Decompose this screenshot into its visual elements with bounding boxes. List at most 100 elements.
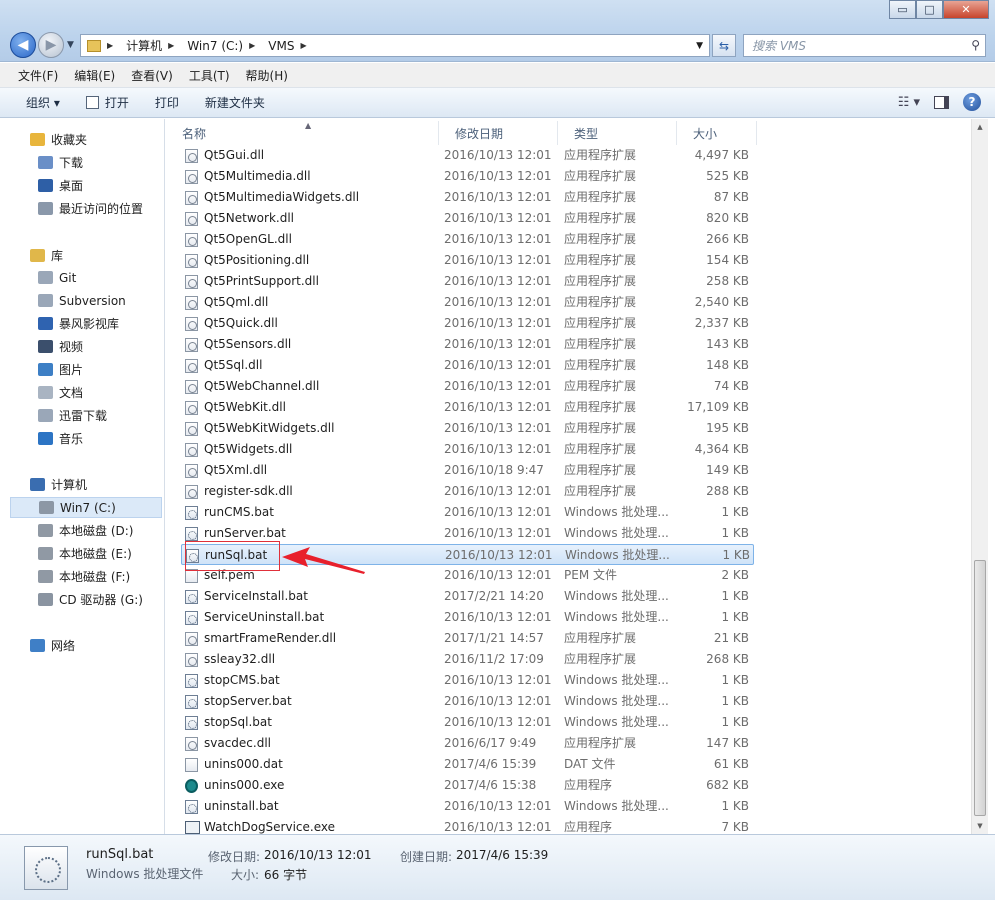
file-row[interactable]: ServiceInstall.bat 2017/2/21 14:20 Windows… <box>181 586 754 607</box>
file-row[interactable]: unins000.exe 2017/4/6 15:38 应用程序 682 KB <box>181 775 754 796</box>
preview-pane-icon[interactable] <box>934 95 949 109</box>
file-row[interactable]: stopCMS.bat 2016/10/13 12:01 Windows 批处理..… <box>181 670 754 691</box>
file-row[interactable]: runCMS.bat 2016/10/13 12:01 Windows 批处理...… <box>181 502 754 523</box>
scrollbar-thumb[interactable] <box>974 560 986 816</box>
sidebar-item[interactable]: Git <box>38 267 168 288</box>
dll-file-icon <box>185 737 198 751</box>
column-header-name[interactable]: 名称 ▲ <box>166 121 439 145</box>
menu-help[interactable]: 帮助(H) <box>246 67 288 84</box>
file-date: 2016/10/13 12:01 <box>444 379 552 393</box>
file-row[interactable]: Qt5Sensors.dll 2016/10/13 12:01 应用程序扩展 143 … <box>181 334 754 355</box>
file-row[interactable]: Qt5Positioning.dll 2016/10/13 12:01 应用程序扩展… <box>181 250 754 271</box>
file-row[interactable]: Qt5Sql.dll 2016/10/13 12:01 应用程序扩展 148 KB <box>181 355 754 376</box>
sidebar-item[interactable]: 图片 <box>38 359 168 380</box>
view-options-icon[interactable]: ☷ ▾ <box>898 95 920 110</box>
bat-file-icon <box>185 800 198 814</box>
new-folder-button[interactable]: 新建文件夹 <box>205 94 265 111</box>
search-icon[interactable]: ⚲ <box>971 38 980 52</box>
file-row[interactable]: Qt5WebKitWidgets.dll 2016/10/13 12:01 应用程序… <box>181 418 754 439</box>
sidebar-item[interactable]: 迅雷下载 <box>38 405 168 426</box>
sidebar-item[interactable]: 下载 <box>38 152 168 173</box>
menu-file[interactable]: 文件(F) <box>18 67 58 84</box>
bat-file-icon <box>185 506 198 520</box>
file-row[interactable]: Qt5PrintSupport.dll 2016/10/13 12:01 应用程序扩… <box>181 271 754 292</box>
file-row[interactable]: Qt5Xml.dll 2016/10/18 9:47 应用程序扩展 149 KB <box>181 460 754 481</box>
file-row[interactable]: stopServer.bat 2016/10/13 12:01 Windows 批处… <box>181 691 754 712</box>
breadcrumb-sep[interactable]: ▶ <box>300 41 313 50</box>
file-row[interactable]: ServiceUninstall.bat 2016/10/13 12:01 Wind… <box>181 607 754 628</box>
sidebar-item[interactable]: 文档 <box>38 382 168 403</box>
breadcrumb-vms[interactable]: VMS <box>268 39 294 53</box>
sidebar-item[interactable]: 网络 <box>30 635 160 656</box>
sidebar-item[interactable]: 本地磁盘 (E:) <box>38 543 168 564</box>
file-row[interactable]: unins000.dat 2017/4/6 15:39 DAT 文件 61 KB <box>181 754 754 775</box>
menu-tools[interactable]: 工具(T) <box>189 67 230 84</box>
system-drive-icon <box>39 501 54 514</box>
sidebar-item[interactable]: 本地磁盘 (D:) <box>38 520 168 541</box>
file-row[interactable]: Qt5OpenGL.dll 2016/10/13 12:01 应用程序扩展 266 K… <box>181 229 754 250</box>
file-row[interactable]: register-sdk.dll 2016/10/13 12:01 应用程序扩展 28… <box>181 481 754 502</box>
search-input[interactable]: 搜索 VMS ⚲ <box>743 34 986 57</box>
back-button[interactable]: ◀ <box>10 32 36 58</box>
breadcrumb-computer[interactable]: 计算机 <box>126 37 162 54</box>
breadcrumb-drive[interactable]: Win7 (C:) <box>187 39 243 53</box>
scroll-up-icon[interactable]: ▲ <box>972 119 988 135</box>
file-date: 2016/10/13 12:01 <box>444 484 552 498</box>
sidebar-item[interactable]: 本地磁盘 (F:) <box>38 566 168 587</box>
organize-button[interactable]: 组织 ▾ <box>26 94 60 111</box>
breadcrumb-sep[interactable]: ▶ <box>249 41 262 50</box>
refresh-button[interactable]: ⇆ <box>712 34 736 57</box>
breadcrumb-sep[interactable]: ▶ <box>168 41 181 50</box>
file-row[interactable]: Qt5Qml.dll 2016/10/13 12:01 应用程序扩展 2,540 KB <box>181 292 754 313</box>
menu-edit[interactable]: 编辑(E) <box>74 67 115 84</box>
file-row[interactable]: stopSql.bat 2016/10/13 12:01 Windows 批处理..… <box>181 712 754 733</box>
address-bar[interactable]: ▶ 计算机 ▶ Win7 (C:) ▶ VMS ▶ ▼ <box>80 34 710 57</box>
close-button[interactable]: ✕ <box>943 0 989 19</box>
column-header-date[interactable]: 修改日期 <box>439 121 558 145</box>
sidebar-item[interactable]: 收藏夹 <box>30 129 160 150</box>
breadcrumb-root-arrow[interactable]: ▶ <box>107 41 120 50</box>
file-row[interactable]: Qt5WebKit.dll 2016/10/13 12:01 应用程序扩展 17,10… <box>181 397 754 418</box>
column-header-type[interactable]: 类型 <box>558 121 677 145</box>
sidebar-item-label: 文档 <box>59 386 84 400</box>
file-row[interactable]: Qt5MultimediaWidgets.dll 2016/10/13 12:01… <box>181 187 754 208</box>
forward-button[interactable]: ▶ <box>38 32 64 58</box>
help-icon[interactable]: ? <box>963 93 981 111</box>
file-row[interactable]: uninstall.bat 2016/10/13 12:01 Windows 批处理… <box>181 796 754 817</box>
file-row[interactable]: Qt5WebChannel.dll 2016/10/13 12:01 应用程序扩展 7… <box>181 376 754 397</box>
print-button[interactable]: 打印 <box>155 94 179 111</box>
sidebar-item[interactable]: 视频 <box>38 336 168 357</box>
chevron-right-icon: ▶ <box>107 41 114 50</box>
maximize-button[interactable]: □ <box>916 0 943 19</box>
file-row[interactable]: Qt5Widgets.dll 2016/10/13 12:01 应用程序扩展 4,36… <box>181 439 754 460</box>
file-type: Windows 批处理... <box>564 526 669 540</box>
sidebar-item[interactable]: CD 驱动器 (G:) <box>38 589 168 610</box>
sidebar-item[interactable]: Subversion <box>38 290 168 311</box>
column-header-size[interactable]: 大小 <box>677 121 757 145</box>
sidebar-item[interactable]: 音乐 <box>38 428 168 449</box>
file-row[interactable]: Qt5Multimedia.dll 2016/10/13 12:01 应用程序扩展 5… <box>181 166 754 187</box>
file-row[interactable]: Qt5Quick.dll 2016/10/13 12:01 应用程序扩展 2,337 … <box>181 313 754 334</box>
file-name: smartFrameRender.dll <box>204 631 337 645</box>
open-button[interactable]: 打开 <box>85 94 129 111</box>
sidebar-item[interactable]: 最近访问的位置 <box>38 198 168 219</box>
file-row[interactable]: Qt5Network.dll 2016/10/13 12:01 应用程序扩展 820 … <box>181 208 754 229</box>
sidebar-item-label: Git <box>59 270 77 285</box>
file-row[interactable]: svacdec.dll 2016/6/17 9:49 应用程序扩展 147 KB <box>181 733 754 754</box>
sidebar-item[interactable]: 计算机 <box>30 474 160 495</box>
minimize-button[interactable]: ▭ <box>889 0 916 19</box>
sidebar-item[interactable]: Win7 (C:) <box>10 497 162 518</box>
vertical-scrollbar[interactable]: ▲ ▼ <box>971 119 988 834</box>
recent-pages-dropdown[interactable]: ▼ <box>67 40 74 50</box>
file-row[interactable]: smartFrameRender.dll 2017/1/21 14:57 应用程序扩… <box>181 628 754 649</box>
bat-file-icon <box>185 527 198 541</box>
file-row[interactable]: Qt5Gui.dll 2016/10/13 12:01 应用程序扩展 4,497 KB <box>181 145 754 166</box>
sidebar-item[interactable]: 桌面 <box>38 175 168 196</box>
file-row[interactable]: ssleay32.dll 2016/11/2 17:09 应用程序扩展 268 KB <box>181 649 754 670</box>
scroll-down-icon[interactable]: ▼ <box>972 818 988 834</box>
highlight-box <box>185 541 280 571</box>
sidebar-item[interactable]: 暴风影视库 <box>38 313 168 334</box>
sidebar-item[interactable]: 库 <box>30 245 160 266</box>
address-dropdown-icon[interactable]: ▼ <box>696 41 703 51</box>
menu-view[interactable]: 查看(V) <box>131 67 173 84</box>
